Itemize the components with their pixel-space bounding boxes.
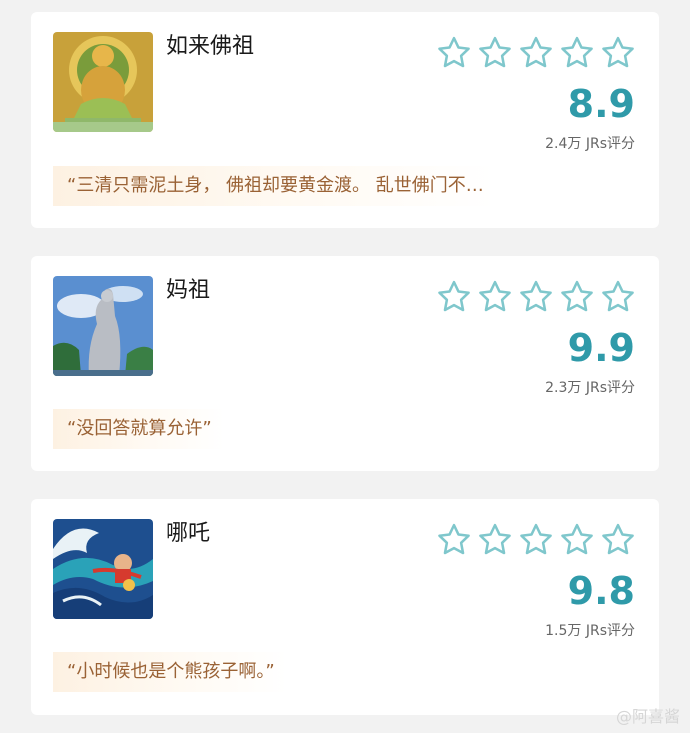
thumbnail-mazu[interactable] <box>53 276 153 376</box>
score-value: 8.9 <box>567 82 635 126</box>
star-outline-icon[interactable] <box>517 278 555 316</box>
star-outline-icon[interactable] <box>435 34 473 72</box>
top-comment-quote[interactable]: “小时候也是个熊孩子啊。” <box>53 652 287 692</box>
star-outline-icon[interactable] <box>558 34 596 72</box>
item-name: 如来佛祖 <box>166 34 255 59</box>
star-rating[interactable] <box>435 278 637 316</box>
score-value: 9.9 <box>567 326 635 370</box>
rating-card[interactable]: 如来佛祖 8.9 2.4万 JRs评分 “三清只需泥土身， 佛祖却要黄金渡。 乱… <box>31 12 659 228</box>
star-outline-icon[interactable] <box>435 278 473 316</box>
item-name: 哪吒 <box>166 521 211 546</box>
top-comment-quote[interactable]: “没回答就算允许” <box>53 409 224 449</box>
star-rating[interactable] <box>435 521 637 559</box>
rating-count: 1.5万 JRs评分 <box>545 623 635 639</box>
rating-count: 2.3万 JRs评分 <box>545 380 635 396</box>
star-rating[interactable] <box>435 34 637 72</box>
rating-card[interactable]: 妈祖 9.9 2.3万 JRs评分 “没回答就算允许” <box>31 256 659 471</box>
score-value: 9.8 <box>567 569 635 613</box>
star-outline-icon[interactable] <box>435 521 473 559</box>
thumbnail-nezha[interactable] <box>53 519 153 619</box>
watermark: @阿喜酱 <box>615 707 680 726</box>
thumbnail-buddha[interactable] <box>53 32 153 132</box>
star-outline-icon[interactable] <box>517 521 555 559</box>
star-outline-icon[interactable] <box>599 34 637 72</box>
rating-count: 2.4万 JRs评分 <box>545 136 635 152</box>
star-outline-icon[interactable] <box>476 521 514 559</box>
star-outline-icon[interactable] <box>476 34 514 72</box>
star-outline-icon[interactable] <box>599 278 637 316</box>
star-outline-icon[interactable] <box>599 521 637 559</box>
star-outline-icon[interactable] <box>476 278 514 316</box>
star-outline-icon[interactable] <box>517 34 555 72</box>
rating-card[interactable]: 哪吒 9.8 1.5万 JRs评分 “小时候也是个熊孩子啊。” <box>31 499 659 715</box>
star-outline-icon[interactable] <box>558 278 596 316</box>
star-outline-icon[interactable] <box>558 521 596 559</box>
top-comment-quote[interactable]: “三清只需泥土身， 佛祖却要黄金渡。 乱世佛门不… <box>53 166 496 206</box>
item-name: 妈祖 <box>166 278 211 303</box>
